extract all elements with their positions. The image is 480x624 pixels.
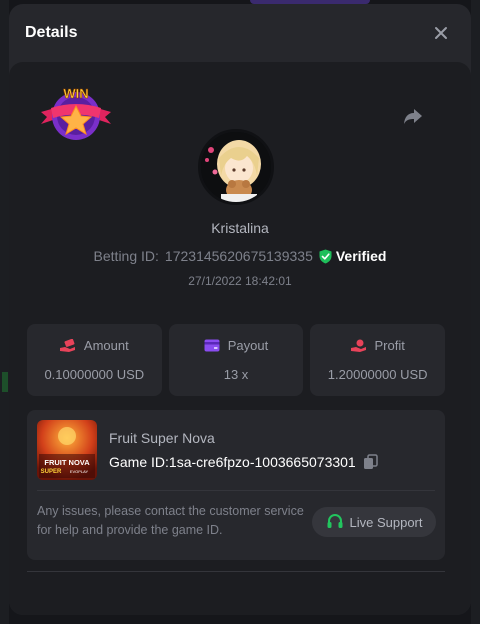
betting-id-value: 1723145620675139335 (164, 248, 313, 264)
verified-badge: Verified (319, 248, 387, 264)
stat-profit-value: 1.20000000 USD (327, 367, 428, 382)
share-button[interactable] (401, 104, 425, 128)
modal-header: Details (9, 4, 471, 62)
stat-payout-head: Payout (204, 338, 268, 353)
stat-card-payout: Payout 13 x (168, 324, 304, 396)
betting-id-label: Betting ID: (93, 248, 159, 264)
stat-profit-head: Profit (350, 338, 405, 353)
stat-amount-value: 0.10000000 USD (44, 367, 145, 382)
game-name: Fruit Super Nova (109, 430, 215, 446)
win-badge-text: WIN (63, 86, 88, 101)
game-thumbnail[interactable]: FRUIT NOVA SUPER EVOPLAY (37, 420, 97, 480)
shield-check-icon (319, 249, 332, 263)
avatar (198, 129, 274, 205)
backdrop-green-mark (2, 372, 8, 392)
stat-profit-label: Profit (374, 338, 405, 353)
betting-id-row: Betting ID: 1723145620675139335 Verified (9, 248, 471, 264)
live-support-button[interactable]: Live Support (312, 507, 436, 537)
headset-icon (327, 514, 342, 528)
bottom-divider (27, 571, 445, 572)
stat-payout-value: 13 x (223, 367, 249, 382)
bet-timestamp: 27/1/2022 18:42:01 (188, 274, 292, 288)
stat-amount-head: Amount (59, 338, 129, 353)
live-support-label: Live Support (349, 514, 423, 530)
verified-label: Verified (335, 248, 387, 264)
game-card: FRUIT NOVA SUPER EVOPLAY Fruit Super Nov… (27, 410, 445, 560)
stat-payout-label: Payout (227, 338, 269, 353)
close-button[interactable] (431, 23, 451, 43)
profit-hand-icon (350, 339, 366, 352)
modal-body: WIN Kristalina Betting ID: 1723145620675… (9, 62, 471, 615)
game-id-label: Game ID: (109, 454, 169, 470)
backdrop-right-edge (471, 0, 480, 624)
thumb-title-line2: SUPER (41, 469, 62, 475)
backdrop-left-edge (0, 0, 9, 624)
close-icon (435, 27, 447, 39)
avatar-illustration (201, 132, 271, 202)
thumb-title-line1: FRUIT NOVA (44, 458, 90, 467)
stat-amount-label: Amount (83, 338, 129, 353)
copy-icon (363, 454, 378, 469)
game-id-value: 1sa-cre6fpzo-1003665073301 (168, 454, 356, 470)
card-icon (204, 339, 220, 352)
copy-button[interactable] (362, 453, 380, 471)
money-hand-icon (59, 338, 75, 352)
stat-card-amount: Amount 0.10000000 USD (27, 324, 162, 396)
username: Kristalina (211, 220, 269, 236)
game-card-divider (37, 490, 435, 491)
game-id-row: Game ID:1sa-cre6fpzo-1003665073301 (109, 453, 380, 471)
stat-card-profit: Profit 1.20000000 USD (310, 324, 446, 396)
thumb-brand: EVOPLAY (70, 469, 89, 474)
win-badge-icon: WIN (41, 86, 111, 140)
stats-row: Amount 0.10000000 USD Payout 13 x Profit… (27, 324, 446, 396)
help-text: Any issues, please contact the customer … (37, 504, 304, 537)
modal-title: Details (25, 24, 78, 41)
game-thumbnail-art: FRUIT NOVA SUPER EVOPLAY (37, 420, 97, 480)
details-modal: Details WIN Kristalina Betting ID: 17231… (9, 4, 471, 615)
share-icon (404, 109, 422, 124)
game-id-label-and-value: Game ID:1sa-cre6fpzo-1003665073301 (109, 454, 356, 470)
